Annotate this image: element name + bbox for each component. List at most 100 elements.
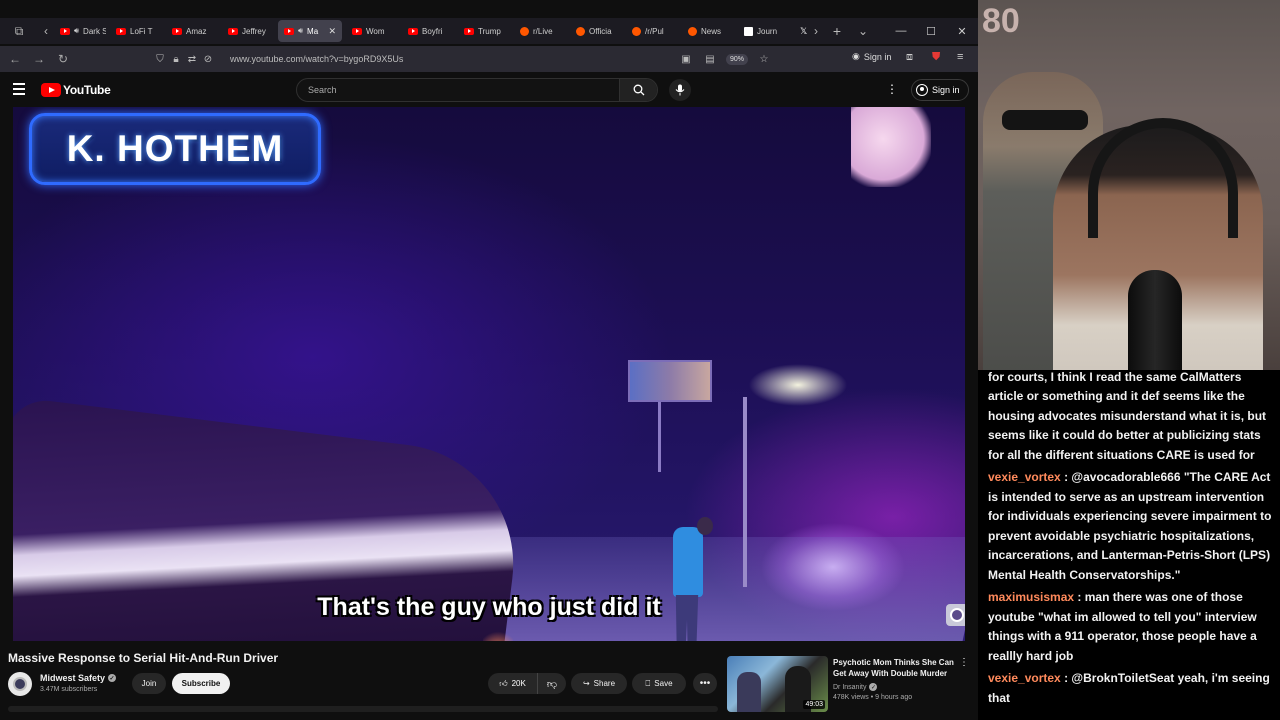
url-text[interactable]: www.youtube.com/watch?v=bygoRD9X5Us [230,54,403,64]
reader-view-icon[interactable]: ▤ [702,54,718,65]
share-button[interactable]: ↪ Share [571,673,627,694]
list-all-tabs-icon[interactable]: ⌄ [850,18,876,44]
tab-list-icon[interactable]: ⧉ [0,18,38,44]
wall-sign: 80 [982,2,1020,40]
close-window-icon[interactable]: ✕ [947,18,977,44]
youtube-icon [408,27,418,35]
settings-menu-icon[interactable]: ⋮ [886,82,898,96]
thumbnail-figure-left [737,672,761,712]
browser-tab[interactable]: Wom [346,20,398,42]
search-box[interactable]: Search [296,78,658,102]
chat-feed: for courts, I think I read the same CalM… [978,370,1280,720]
tracking-shield-icon[interactable]: ⛉ [152,54,168,65]
browser-tab[interactable]: 𝕏 [794,20,808,42]
youtube-icon [284,27,294,35]
app-menu-icon[interactable]: ≡ [957,51,963,63]
maximize-icon[interactable]: ☐ [916,18,946,44]
browser-tab[interactable]: Trump [458,20,510,42]
youtube-icon [352,27,362,35]
speaker-icon[interactable]: 🔊︎ [298,26,303,36]
voice-search-button[interactable] [669,79,691,101]
browser-tab[interactable]: r/Live [514,20,566,42]
browser-tab[interactable]: Jeffrey [222,20,274,42]
more-actions-icon[interactable]: ••• [693,673,717,694]
video-officer-hand [851,107,931,187]
browser-tab[interactable]: Officia [570,20,622,42]
guide-menu-icon[interactable] [13,83,25,98]
extensions-icon[interactable]: ⧈ [906,51,913,64]
subscribe-button[interactable]: Subscribe [172,673,230,694]
tab-label: Journ [757,26,778,36]
recommendation-channel[interactable]: Dr Insanity [833,684,866,691]
back-icon[interactable]: ← [3,47,27,71]
close-tab-icon[interactable]: ✕ [328,26,336,37]
browser-account-button[interactable]: ◉ Sign in [852,51,891,62]
browser-tab[interactable]: Boyfri [402,20,454,42]
youtube-wordmark: YouTube [63,83,111,97]
zoom-level[interactable]: 90% [725,53,748,65]
tab-bar: ⧉ ‹ 🔊︎ Dark S LoFi T Amaz Jeffrey 🔊︎ Ma ✕ Wom Boy… [0,18,978,44]
video-billboard [628,360,712,402]
browser-signin-label: Sign in [863,51,892,62]
channel-watermark-icon[interactable] [946,604,965,626]
save-button[interactable]: ⎕ Save [632,673,686,694]
browser-tab[interactable]: Journ [738,20,790,42]
picture-in-picture-icon[interactable]: ▣ [678,54,694,65]
recommendation-title[interactable]: Psychotic Mom Thinks She Can Get Away Wi… [833,657,958,679]
browser-tab[interactable]: 🔊︎ Ma ✕ [278,20,342,42]
scroll-tabs-left-icon[interactable]: ‹ [38,18,54,44]
channel-avatar[interactable] [8,672,32,696]
verified-check-icon: ✓ [869,683,878,691]
search-input[interactable]: Search [308,85,337,95]
permissions-icon[interactable]: ⇄ [184,54,200,65]
recommendation-thumbnail[interactable]: 49:03 [727,656,828,712]
ublock-extension-icon[interactable]: ⛊ [932,51,940,64]
url-bar[interactable]: ⛉ 🔒︎ ⇄ ⊘ www.youtube.com/watch?v=bygoRD9… [152,49,772,69]
youtube-signin-label: Sign in [932,85,960,95]
webcam-feed: 80 [978,0,1280,370]
officer-name-badge: K. HOTHEM [29,113,321,185]
minimize-icon[interactable]: — [886,18,916,44]
channel-name-row[interactable]: Midwest Safety ✓ [40,673,117,683]
browser-tab[interactable]: 🔊︎ Dark S [54,20,106,42]
browser-tab[interactable]: /r/Pul [626,20,678,42]
youtube-logo[interactable]: YouTube [41,83,111,97]
scroll-tabs-right-icon[interactable]: › [808,18,824,44]
chat-username: vexie_vortex [988,470,1061,484]
officer-name: K. HOTHEM [66,128,284,169]
x-icon: 𝕏 [800,25,808,36]
description-box-edge [8,706,718,712]
video-player[interactable]: K. HOTHEM That's the guy who just did it [13,107,965,641]
join-button[interactable]: Join [132,673,166,694]
new-tab-icon[interactable]: + [824,18,850,44]
lock-icon[interactable]: 🔒︎ [168,54,184,65]
reddit-icon [520,26,529,36]
reload-icon[interactable]: ↻ [51,47,75,71]
thumbs-up-icon: 👍︎ [499,678,508,688]
speaker-icon[interactable]: 🔊︎ [74,26,79,36]
search-icon [633,84,644,96]
tab-label: LoFi T [130,26,153,36]
browser-tab[interactable]: LoFi T [110,20,162,42]
account-icon: ◉ [852,51,860,61]
browser-tab[interactable]: News [682,20,734,42]
like-count: 20K [511,679,526,688]
like-button[interactable]: 👍︎ 20K [488,673,538,694]
reddit-icon [576,26,585,36]
youtube-signin-button[interactable]: Sign in [911,79,969,101]
verified-check-icon: ✓ [108,674,117,682]
forward-icon[interactable]: → [27,47,51,71]
search-button[interactable] [619,79,657,101]
tab-strip: 🔊︎ Dark S LoFi T Amaz Jeffrey 🔊︎ Ma ✕ Wom Boyfri T… [54,20,808,42]
bookmark-star-icon[interactable]: ☆ [756,54,772,65]
blocked-autoplay-icon[interactable]: ⊘ [200,54,216,65]
video-suspect-head [697,517,713,535]
webcam-sunglasses [1002,110,1088,130]
browser-tab[interactable]: Amaz [166,20,218,42]
video-car-light [483,627,513,641]
channel-name[interactable]: Midwest Safety [40,673,105,683]
recommendation-menu-icon[interactable]: ⋮ [959,657,969,668]
recommendation-channel-row[interactable]: Dr Insanity ✓ [833,683,878,691]
account-circle-icon [916,84,928,96]
dislike-button[interactable]: 👎︎ [538,673,566,694]
